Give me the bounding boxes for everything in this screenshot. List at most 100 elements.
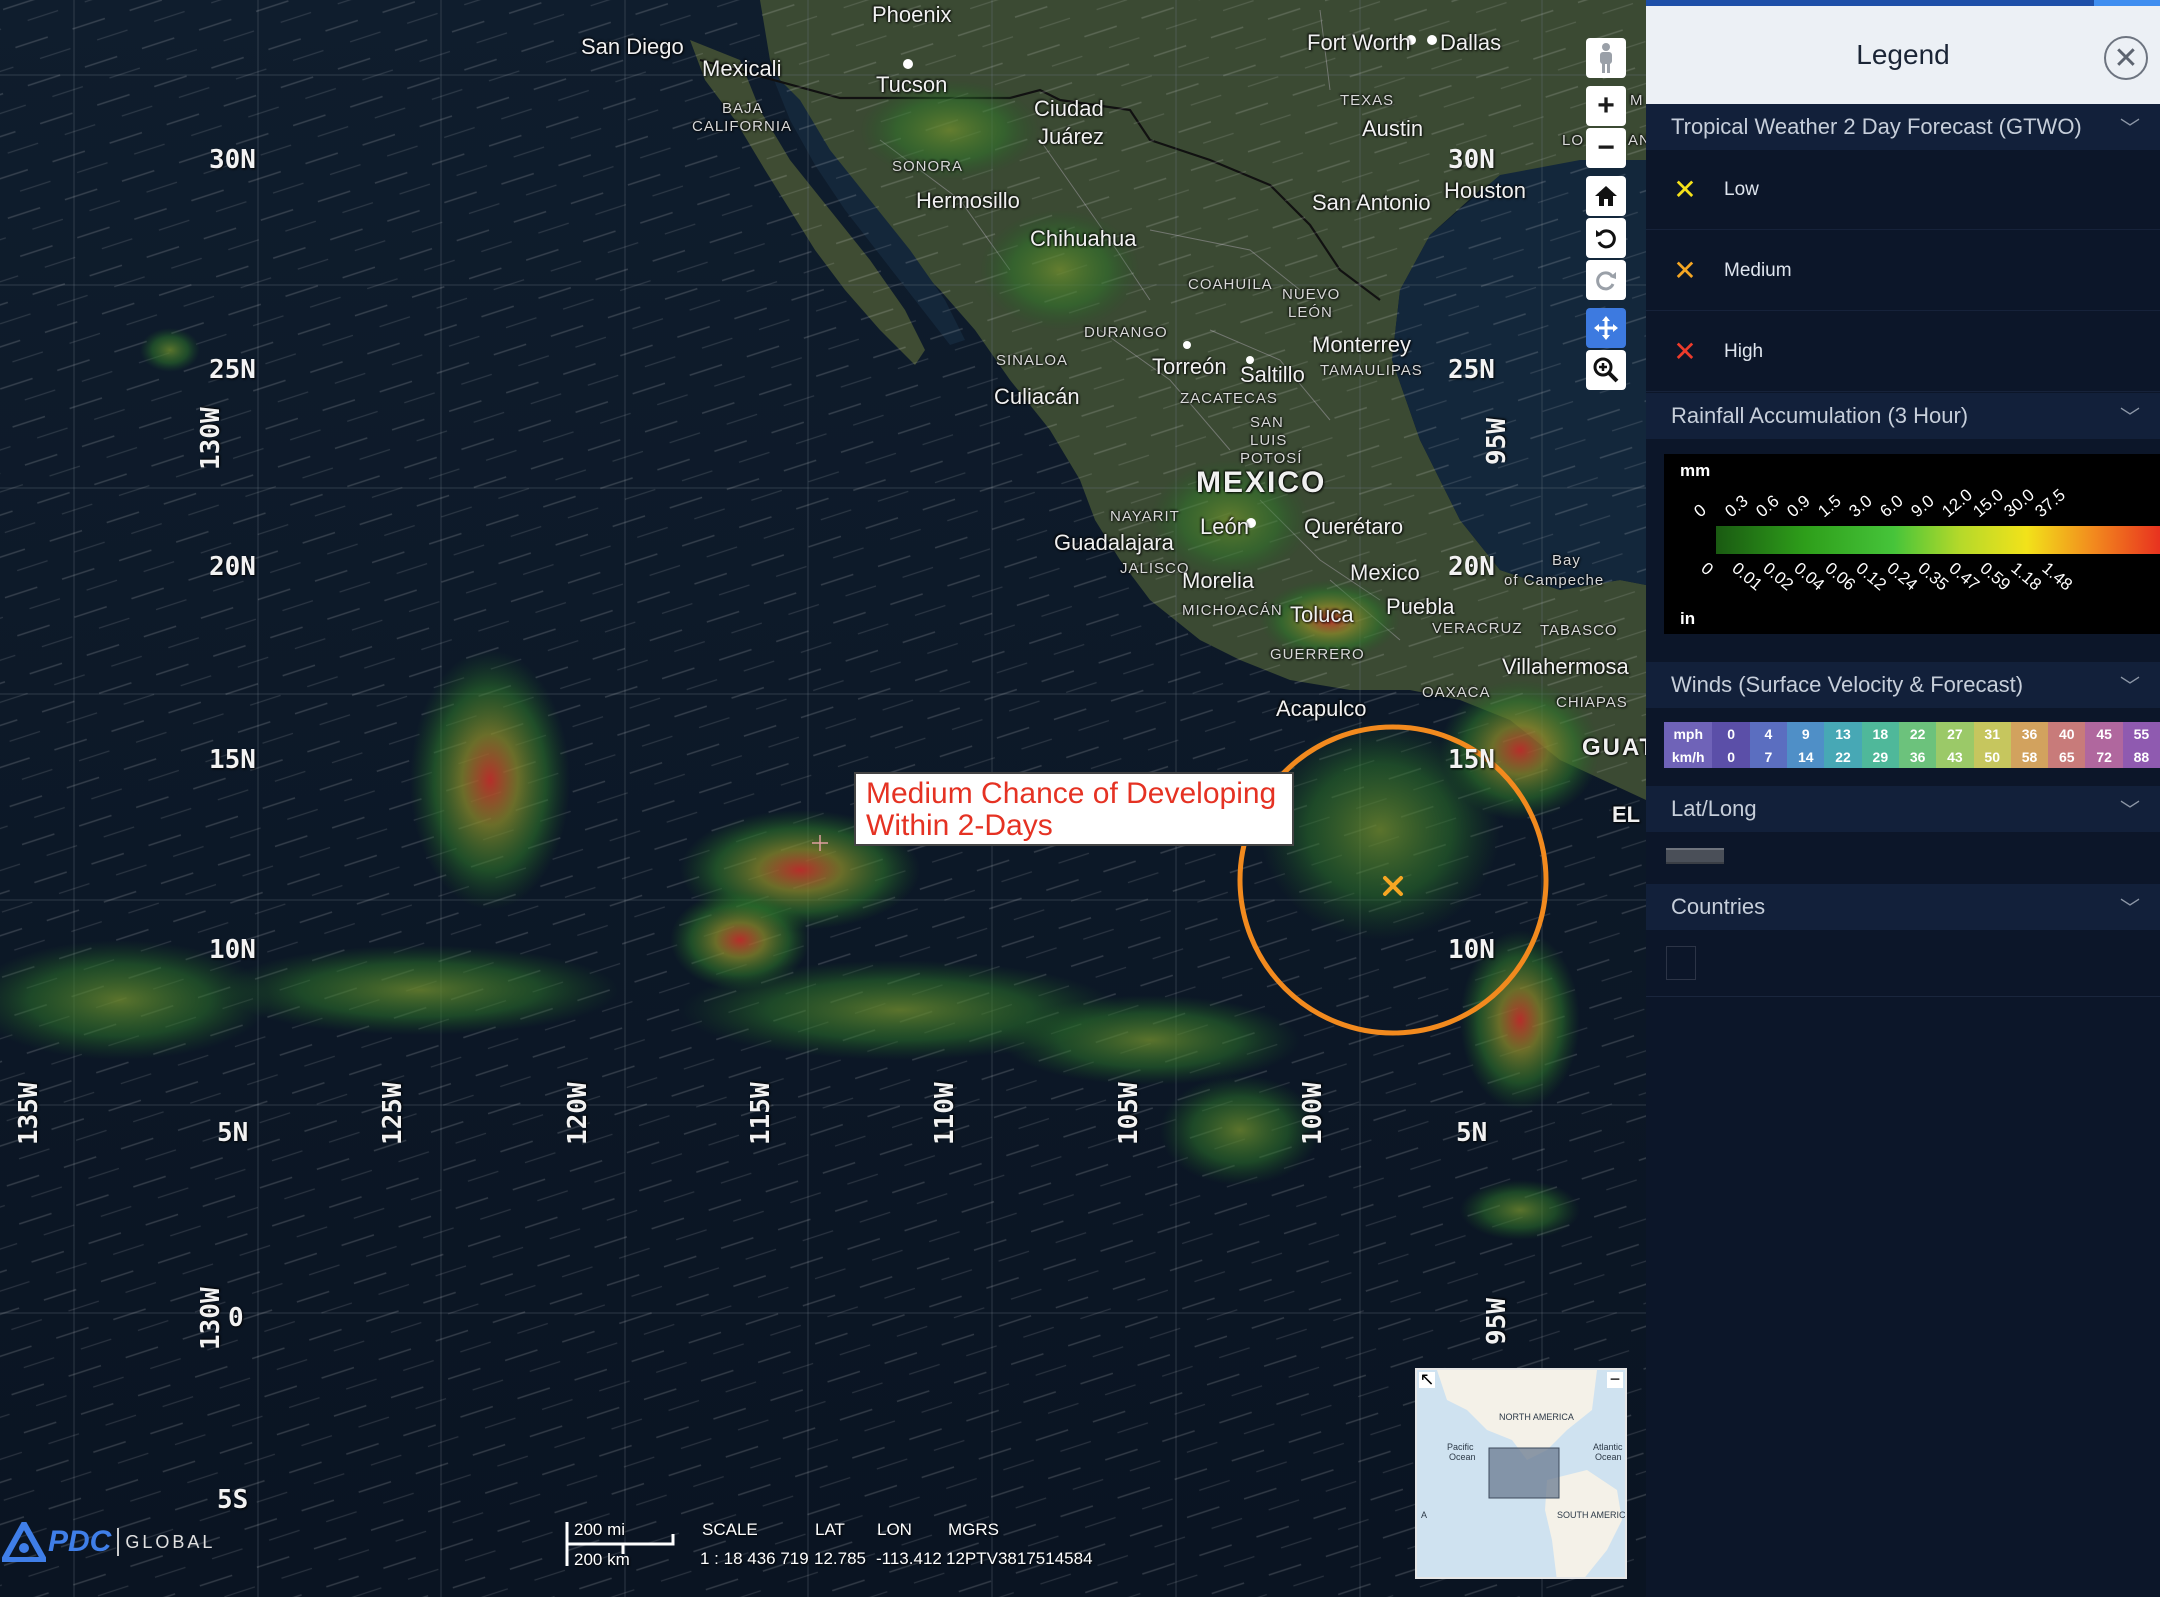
place-label: Dallas — [1440, 30, 1502, 55]
wind-mph-value: 55 — [2122, 722, 2160, 745]
global-logo-text: GLOBAL — [125, 1531, 216, 1552]
latlong-line-swatch — [1666, 848, 1724, 864]
wind-kmh-value: 0 — [1712, 745, 1750, 768]
chevron-down-icon[interactable]: ﹀ — [2120, 401, 2140, 430]
rain-mm-tick: 12.0 — [1938, 485, 1976, 521]
rain-in-tick: 1.18 — [2007, 559, 2045, 595]
lon-label: 95W — [1482, 418, 1512, 465]
place-label: Juárez — [1038, 124, 1105, 149]
section-title: Tropical Weather 2 Day Forecast (GTWO) — [1671, 114, 2082, 139]
wind-kmh-value: 88 — [2122, 745, 2160, 768]
lat-label: 15N — [209, 745, 256, 775]
rotate-left-button[interactable] — [1586, 218, 1626, 258]
place-label: DURANGO — [1084, 324, 1168, 341]
place-label: Tucson — [876, 72, 948, 97]
place-label: Fort Worth — [1307, 30, 1411, 55]
rotate-left-icon — [1596, 229, 1616, 249]
zoom-out-button[interactable]: − — [1586, 128, 1626, 168]
place-label: JALISCO — [1120, 560, 1190, 577]
overview-canvas — [1437, 1370, 1622, 1577]
chevron-down-icon[interactable]: ﹀ — [2120, 892, 2140, 921]
rain-in-tick: 0.04 — [1790, 559, 1828, 595]
logo-separator — [117, 1528, 120, 1556]
legend-item-label: Medium — [1724, 259, 1792, 281]
rain-in-tick: 0.02 — [1759, 559, 1797, 595]
overview-collapse-icon[interactable]: − — [1607, 1370, 1623, 1388]
overview-label: A — [1421, 1510, 1428, 1520]
status-lat-value: 12.785 — [814, 1549, 866, 1568]
rain-mm-tick: 9.0 — [1907, 491, 1937, 521]
rain-mm-tick: 0.6 — [1752, 491, 1782, 521]
legend-section-latlong[interactable]: Lat/Long ﹀ — [1646, 786, 2160, 832]
wind-mph-value: 31 — [1973, 722, 2011, 745]
place-label: NUEVO — [1282, 286, 1341, 303]
place-label: LO — [1562, 132, 1585, 149]
lat-label-right: 15N — [1448, 745, 1495, 775]
wind-kmh-value: 72 — [2085, 745, 2123, 768]
divider — [1646, 996, 2160, 997]
map-view[interactable]: 30N 25N 20N 15N 10N 5N 0 5S 30N 25N 20N … — [0, 0, 1646, 1597]
legend-section-rainfall[interactable]: Rainfall Accumulation (3 Hour) ﹀ — [1646, 393, 2160, 439]
rain-in-tick: 0.12 — [1852, 559, 1890, 595]
legend-section-gtwo[interactable]: Tropical Weather 2 Day Forecast (GTWO) ﹀ — [1646, 104, 2160, 150]
lon-label: 130W — [196, 407, 226, 470]
rain-mm-tick: 0.9 — [1783, 491, 1813, 521]
rain-in-tick: 0.59 — [1976, 559, 2014, 595]
rain-mm-tick: 30.0 — [2000, 485, 2038, 521]
wind-mph-value: 45 — [2085, 722, 2123, 745]
map-canvas[interactable] — [0, 0, 1646, 1597]
wind-mph-row: mph 0 4 9 13 18 22 27 31 36 40 45 55 — [1664, 722, 2160, 745]
wind-mph-value: 40 — [2048, 722, 2086, 745]
place-label: CHIAPAS — [1556, 694, 1628, 711]
minus-icon: − — [1597, 131, 1615, 164]
wind-mph-value: 9 — [1787, 722, 1825, 745]
street-view-person-icon[interactable] — [1586, 38, 1626, 78]
section-title: Countries — [1671, 894, 1766, 919]
place-label: Saltillo — [1240, 362, 1305, 387]
legend-section-winds[interactable]: Winds (Surface Velocity & Forecast) ﹀ — [1646, 662, 2160, 708]
chevron-down-icon[interactable]: ﹀ — [2120, 794, 2140, 823]
place-label: CALIFORNIA — [692, 118, 793, 135]
close-legend-button[interactable]: ✕ — [2104, 36, 2148, 80]
status-scale-value: 1 : 18 436 719 — [700, 1549, 809, 1568]
legend-title: Legend — [1856, 39, 1950, 70]
place-label: TEXAS — [1340, 92, 1395, 109]
overview-expand-icon[interactable]: ↖ — [1419, 1370, 1435, 1388]
zoom-in-button[interactable]: + — [1586, 86, 1626, 126]
chevron-down-icon[interactable]: ﹀ — [2120, 670, 2140, 699]
rain-in-tick: 0.01 — [1728, 559, 1766, 595]
place-label: GUERRERO — [1270, 646, 1365, 663]
place-label: SAN — [1250, 414, 1284, 431]
home-button[interactable] — [1586, 176, 1626, 216]
place-label: Phoenix — [872, 2, 952, 27]
scale-km: 200 km — [574, 1550, 630, 1569]
scale-mi: 200 mi — [574, 1520, 626, 1539]
place-label: SINALOA — [996, 352, 1069, 369]
chevron-down-icon[interactable]: ﹀ — [2120, 112, 2140, 141]
rain-mm-ticks: 0 0.3 0.6 0.9 1.5 3.0 6.0 9.0 12.015.030.037.5 — [1690, 485, 2069, 521]
pan-button[interactable] — [1586, 308, 1626, 348]
legend-item-medium: ✕ Medium — [1646, 231, 2160, 311]
overview-label: SOUTH AMERIC — [1557, 1510, 1626, 1520]
lon-label: 120W — [563, 1082, 593, 1145]
lat-label: 10N — [209, 935, 256, 965]
rotate-right-button[interactable] — [1586, 260, 1626, 300]
place-label: NAYARIT — [1110, 508, 1180, 525]
place-label: BAJA — [722, 100, 764, 117]
pdc-logo-text: PDC — [48, 1525, 112, 1558]
rain-unit-mm: mm — [1680, 461, 1710, 480]
overview-map[interactable]: ↖ − NORTH AMERICA Pacific Ocean Atlantic… — [1415, 1368, 1627, 1579]
overview-label: Ocean — [1595, 1452, 1622, 1462]
lon-label: 95W — [1482, 1298, 1512, 1345]
forecast-annotation: Medium Chance of Developing Within 2-Day… — [854, 772, 1294, 846]
rainfall-scale-svg: mm in 0 0.3 0.6 0.9 1.5 3.0 6.0 9.0 12.015.030.0… — [1680, 461, 2160, 628]
place-label: Monterrey — [1312, 332, 1412, 357]
place-label: Bay — [1552, 552, 1581, 569]
place-label: OAXACA — [1422, 684, 1491, 701]
rain-in-tick: 0.06 — [1821, 559, 1859, 595]
legend-section-countries[interactable]: Countries ﹀ — [1646, 884, 2160, 930]
wind-mph-value: 18 — [1861, 722, 1899, 745]
place-label: EL — [1612, 802, 1641, 827]
rain-unit-in: in — [1680, 609, 1695, 628]
zoom-box-button[interactable] — [1586, 350, 1626, 390]
